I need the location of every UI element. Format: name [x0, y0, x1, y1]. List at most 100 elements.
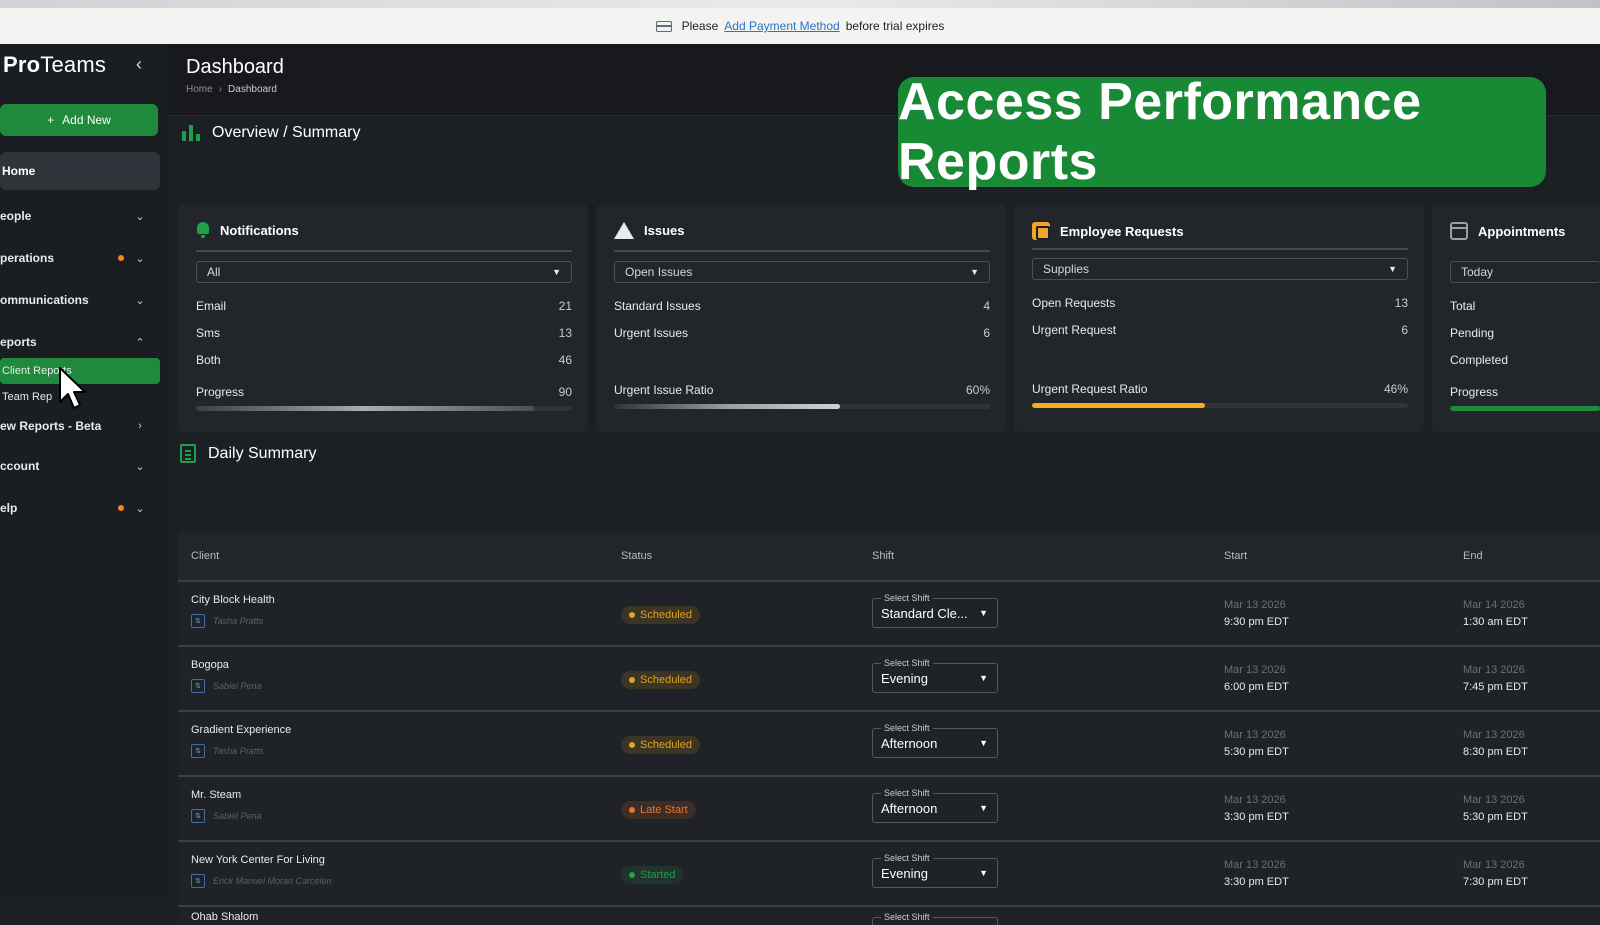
user-swap-icon[interactable]: ⇅	[191, 809, 205, 823]
table-header: Client Status Shift Start End	[178, 532, 1600, 580]
column-header-end[interactable]: End	[1463, 550, 1483, 562]
shift-select[interactable]: Select Shift	[872, 912, 998, 925]
assignee-name: Sabiel Pena	[213, 811, 262, 821]
column-header-client[interactable]: Client	[191, 550, 219, 562]
sidebar-item-account[interactable]: ccount ⌄	[0, 454, 160, 478]
start-date: Mar 13 2026	[1224, 859, 1286, 871]
progress-bar	[1450, 406, 1600, 411]
assignee: ⇅ Sabiel Pena	[191, 809, 262, 823]
sidebar-item-label: perations	[0, 251, 55, 265]
client-name[interactable]: Ohab Shalom	[191, 911, 258, 923]
shift-select[interactable]: Select Shift Standard Cle... ▼	[872, 593, 998, 628]
table-row[interactable]: Gradient Experience ⇅ Tasha Pratts Schedule…	[178, 710, 1600, 775]
client-name[interactable]: Bogopa	[191, 659, 229, 671]
breadcrumb-current: Dashboard	[228, 84, 277, 95]
chevron-right-icon: ›	[138, 420, 142, 432]
column-header-shift[interactable]: Shift	[872, 550, 894, 562]
client-name[interactable]: Gradient Experience	[191, 724, 291, 736]
caret-down-icon: ▼	[979, 608, 988, 618]
divider	[196, 250, 572, 252]
status-text: Scheduled	[640, 674, 692, 686]
end-date: Mar 13 2026	[1463, 664, 1525, 676]
notifications-filter-select[interactable]: All ▼	[196, 261, 572, 283]
status-badge: Scheduled	[621, 671, 700, 689]
stat-row: Urgent Issues 6	[614, 326, 990, 340]
stat-row: Completed	[1450, 353, 1600, 367]
progress-fill	[1450, 406, 1600, 411]
sidebar-item-help[interactable]: elp ⌄	[0, 496, 160, 520]
shift-select[interactable]: Select Shift Afternoon ▼	[872, 723, 998, 758]
add-new-button[interactable]: + Add New	[0, 104, 158, 136]
add-payment-method-link[interactable]: Add Payment Method	[724, 19, 839, 33]
select-value: Supplies	[1043, 262, 1090, 276]
end-datetime: Mar 13 2026 7:30 pm EDT	[1463, 857, 1528, 891]
sidebar: ProTeams ‹ + Add New Home eople ⌄ perati…	[0, 44, 168, 900]
table-row[interactable]: City Block Health ⇅ Tasha Pratts Scheduled S…	[178, 580, 1600, 645]
user-swap-icon[interactable]: ⇅	[191, 744, 205, 758]
progress-label: Urgent Request Ratio	[1032, 382, 1148, 396]
client-name[interactable]: New York Center For Living	[191, 854, 325, 866]
stat-label: Both	[196, 353, 221, 367]
shift-select[interactable]: Select Shift Evening ▼	[872, 658, 998, 693]
sidebar-item-reports[interactable]: eports ⌃	[0, 330, 160, 354]
status-dot	[629, 807, 635, 813]
table-row[interactable]: Ohab Shalom Select Shift	[178, 905, 1600, 925]
progress-label: Progress	[196, 385, 245, 399]
shift-select-caption: Select Shift	[881, 593, 933, 603]
stat-row: Email 21	[196, 299, 572, 313]
assignee: ⇅ Sabiel Pena	[191, 679, 262, 693]
chevron-down-icon: ⌄	[135, 502, 145, 515]
sidebar-item-communications[interactable]: ommunications ⌄	[0, 288, 160, 312]
user-swap-icon[interactable]: ⇅	[191, 614, 205, 628]
stat-row: Open Requests 13	[1032, 296, 1408, 310]
bell-icon	[196, 222, 210, 238]
status-dot	[629, 677, 635, 683]
card-header: Issues	[614, 222, 684, 239]
stat-row: Total	[1450, 299, 1600, 313]
warning-icon	[614, 222, 634, 239]
stat-label: Urgent Issues	[614, 326, 689, 340]
appointments-filter-select[interactable]: Today	[1450, 261, 1600, 283]
sidebar-item-label: ew Reports - Beta	[0, 419, 102, 433]
shift-select-value: Afternoon	[881, 736, 938, 751]
requests-filter-select[interactable]: Supplies ▼	[1032, 258, 1408, 280]
collapse-sidebar-button[interactable]: ‹	[136, 54, 142, 75]
end-date: Mar 13 2026	[1463, 794, 1525, 806]
issues-filter-select[interactable]: Open Issues ▼	[614, 261, 990, 283]
main-content: Dashboard Home › Dashboard Access Perfor…	[168, 44, 1600, 925]
appointments-card: Appointments Today Total Pending Complet…	[1432, 204, 1600, 432]
table-row[interactable]: Mr. Steam ⇅ Sabiel Pena Late Start Select Sh…	[178, 775, 1600, 840]
stat-row: Urgent Request 6	[1032, 323, 1408, 337]
overview-title-text: Overview / Summary	[212, 124, 361, 141]
table-row[interactable]: New York Center For Living ⇅ Erick Manuel …	[178, 840, 1600, 905]
sidebar-item-people[interactable]: eople ⌄	[0, 204, 160, 228]
stat-label: Email	[196, 299, 227, 313]
bar-chart-icon	[182, 125, 200, 141]
start-date: Mar 13 2026	[1224, 664, 1286, 676]
start-datetime: Mar 13 2026 3:30 pm EDT	[1224, 792, 1289, 826]
client-name[interactable]: Mr. Steam	[191, 789, 241, 801]
breadcrumb-home[interactable]: Home	[186, 84, 213, 95]
shift-select[interactable]: Select Shift Evening ▼	[872, 853, 998, 888]
status-dot	[629, 872, 635, 878]
column-header-start[interactable]: Start	[1224, 550, 1247, 562]
user-swap-icon[interactable]: ⇅	[191, 679, 205, 693]
sidebar-item-label: ccount	[0, 459, 40, 473]
start-date: Mar 13 2026	[1224, 794, 1286, 806]
client-name[interactable]: City Block Health	[191, 594, 275, 606]
sidebar-item-operations[interactable]: perations ⌄	[0, 246, 160, 270]
chevron-down-icon: ⌄	[135, 294, 145, 307]
caret-down-icon: ▼	[552, 267, 561, 277]
status-badge: Scheduled	[621, 736, 700, 754]
sidebar-item-new-reports-beta[interactable]: ew Reports - Beta ›	[0, 414, 160, 438]
breadcrumb: Home › Dashboard	[186, 84, 277, 95]
shift-select[interactable]: Select Shift Afternoon ▼	[872, 788, 998, 823]
status-dot	[629, 742, 635, 748]
notifications-card: Notifications All ▼ Email 21 Sms 13 Both 46…	[178, 204, 588, 432]
user-swap-icon[interactable]: ⇅	[191, 874, 205, 888]
sidebar-item-home[interactable]: Home	[0, 152, 160, 190]
table-row[interactable]: Bogopa ⇅ Sabiel Pena Scheduled Select Shift E…	[178, 645, 1600, 710]
end-time: 7:45 pm EDT	[1463, 681, 1528, 693]
shift-select-value: Evening	[881, 671, 928, 686]
column-header-status[interactable]: Status	[621, 550, 652, 562]
